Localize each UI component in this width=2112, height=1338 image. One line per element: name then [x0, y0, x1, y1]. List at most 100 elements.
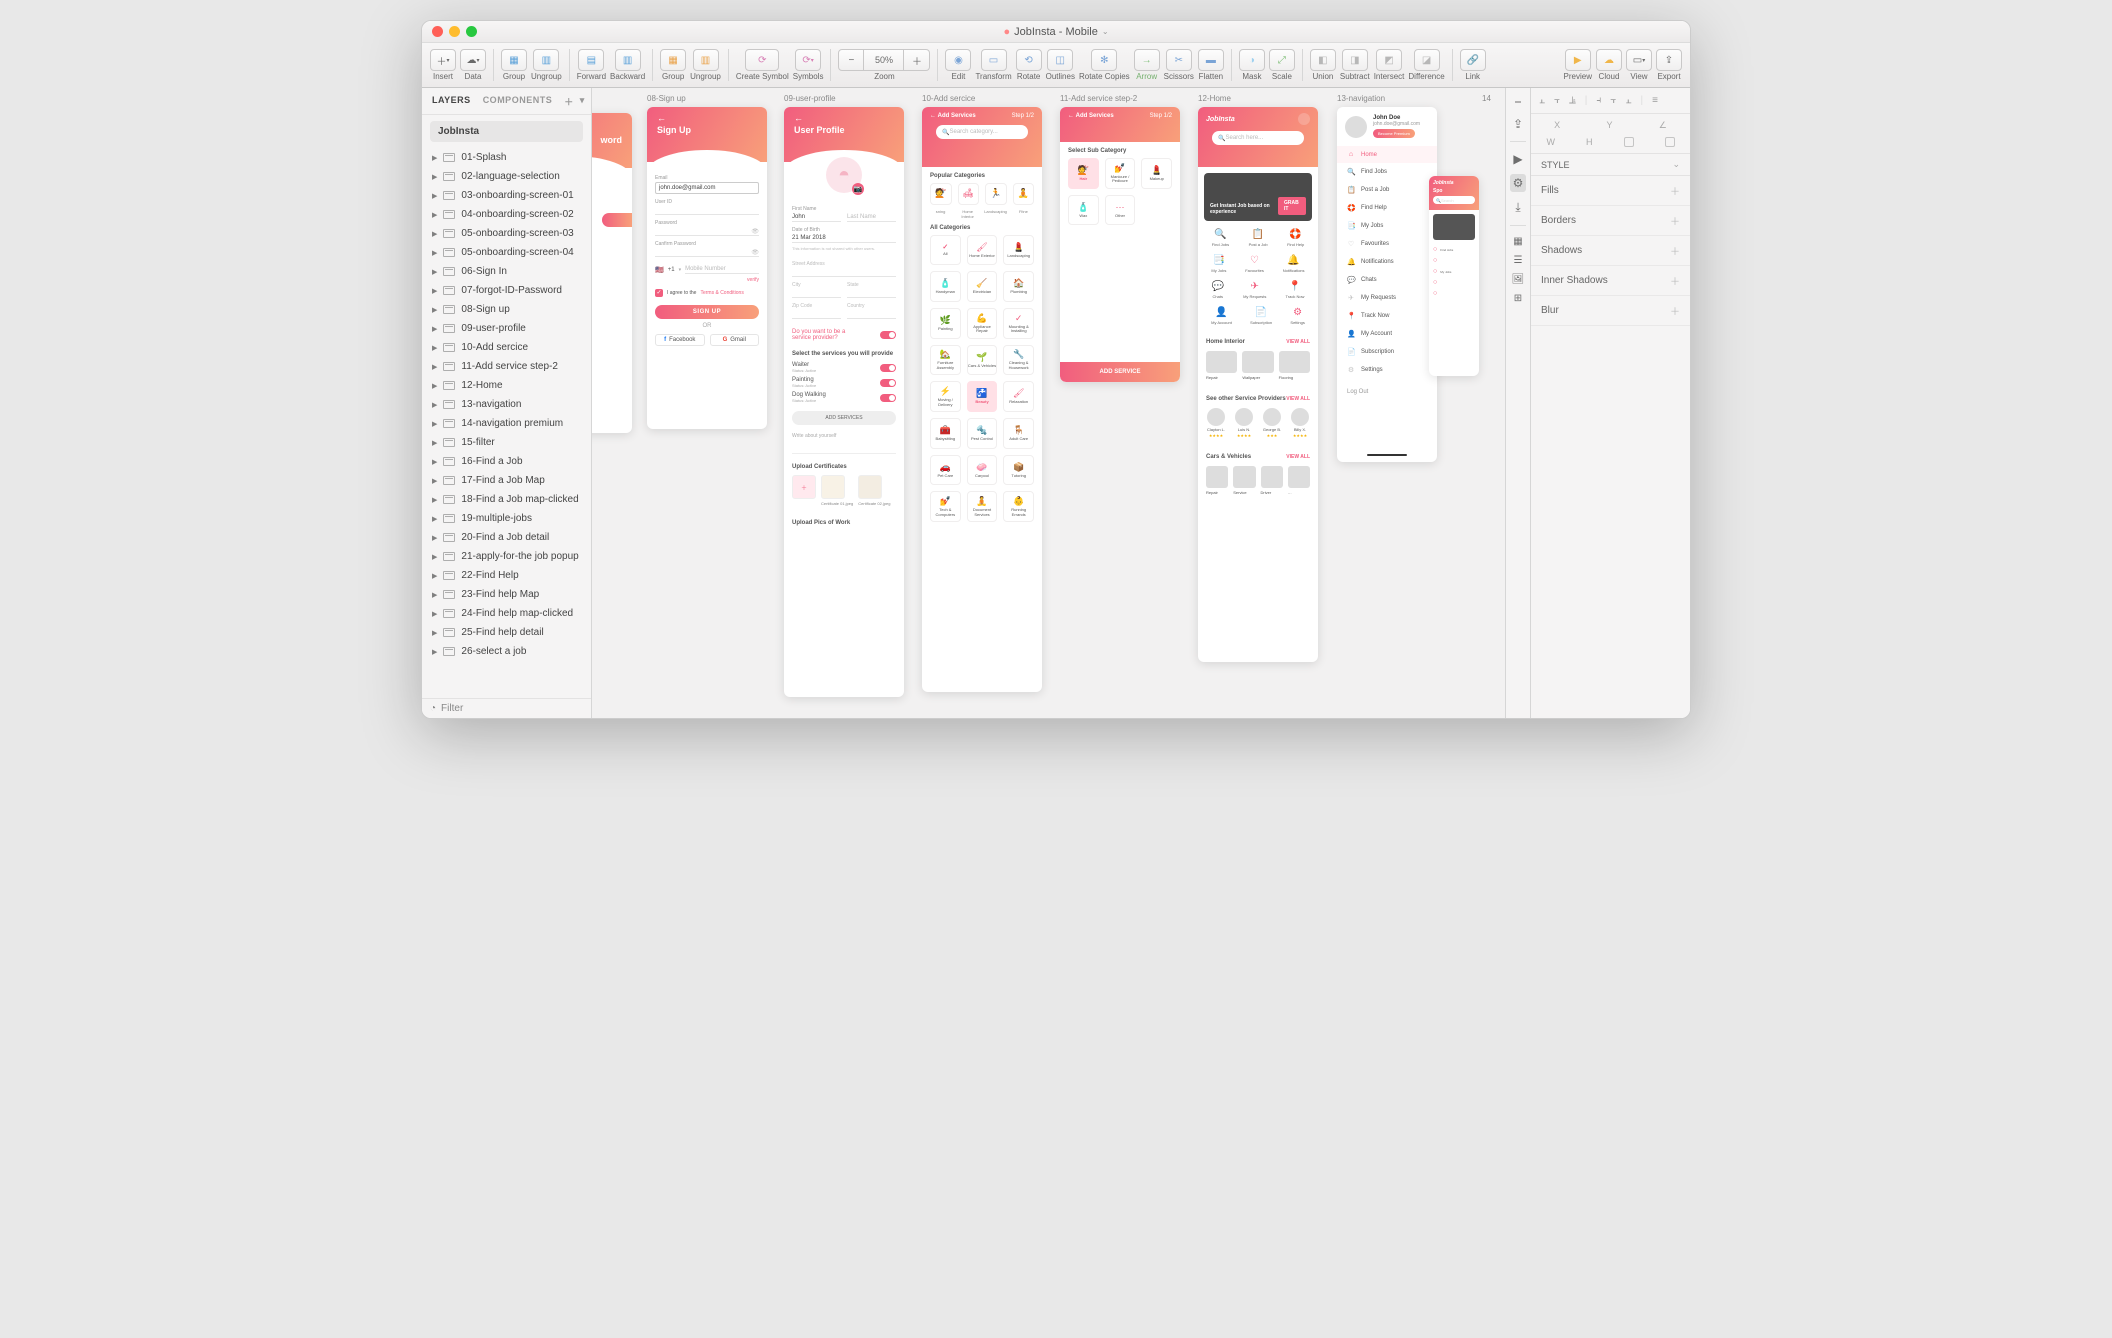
ungroup-button[interactable]: ▥ — [533, 49, 559, 71]
canvas[interactable]: word 08-Sign up ←Sign Up Email john.doe@… — [592, 88, 1505, 718]
zoom-in-button[interactable]: ＋ — [904, 49, 930, 71]
layer-row[interactable]: ▶09-user-profile — [422, 319, 591, 338]
layer-row[interactable]: ▶14-navigation premium — [422, 414, 591, 433]
align-bottom-icon[interactable]: ⫠ — [1625, 95, 1631, 106]
disclosure-triangle-icon[interactable]: ▶ — [432, 306, 437, 314]
disclosure-triangle-icon[interactable]: ▶ — [432, 249, 437, 257]
layer-row[interactable]: ▶03-onboarding-screen-01 — [422, 186, 591, 205]
align-top-icon[interactable]: ⫞ — [1596, 95, 1601, 106]
scale-button[interactable]: ⤢ — [1269, 49, 1295, 71]
layer-row[interactable]: ▶05-onboarding-screen-03 — [422, 224, 591, 243]
inspector-panel[interactable]: Blur＋ — [1531, 296, 1690, 326]
forward-button[interactable]: ▤ — [578, 49, 604, 71]
add-icon[interactable]: ＋ — [1670, 183, 1680, 198]
layer-row[interactable]: ▶06-Sign In — [422, 262, 591, 281]
chevron-down-icon[interactable]: ⌄ — [1102, 27, 1109, 36]
disclosure-triangle-icon[interactable]: ▶ — [432, 382, 437, 390]
tab-components[interactable]: COMPONENTS — [483, 95, 553, 108]
disclosure-triangle-icon[interactable]: ▶ — [432, 439, 437, 447]
disclosure-triangle-icon[interactable]: ▶ — [432, 154, 437, 162]
add-page-icon[interactable]: ＋ — [564, 95, 574, 108]
artboard-07-sliver[interactable]: word — [592, 100, 632, 433]
artboard-14-sliver[interactable]: 14 — [1482, 94, 1491, 107]
disclosure-triangle-icon[interactable]: ▶ — [432, 268, 437, 276]
artboard-label[interactable]: 09-user-profile — [784, 94, 904, 103]
layer-row[interactable]: ▶13-navigation — [422, 395, 591, 414]
layer-row[interactable]: ▶16-Find a Job — [422, 452, 591, 471]
intersect-button[interactable]: ◩ — [1376, 49, 1402, 71]
layer-row[interactable]: ▶21-apply-for-the job popup — [422, 547, 591, 566]
disclosure-triangle-icon[interactable]: ▶ — [432, 287, 437, 295]
layer-row[interactable]: ▶25-Find help detail — [422, 623, 591, 642]
tab-layers[interactable]: LAYERS — [432, 95, 471, 108]
layer-row[interactable]: ▶08-Sign up — [422, 300, 591, 319]
artboard-11-add-service-step2[interactable]: 11-Add service step-2 ← Add Services Ste… — [1060, 94, 1180, 382]
disclosure-triangle-icon[interactable]: ▶ — [432, 458, 437, 466]
add-icon[interactable]: ＋ — [1670, 303, 1680, 318]
group-button[interactable]: ▦ — [501, 49, 527, 71]
layer-row[interactable]: ▶05-onboarding-screen-04 — [422, 243, 591, 262]
union-button[interactable]: ◧ — [1310, 49, 1336, 71]
share-icon[interactable]: ⇪ — [1513, 117, 1523, 131]
view-button[interactable]: ▭▾ — [1626, 49, 1652, 71]
create-symbol-button[interactable]: ⟳ — [745, 49, 779, 71]
arrow-button[interactable]: → — [1134, 49, 1160, 71]
rotate-button[interactable]: ⟲ — [1016, 49, 1042, 71]
backward-button[interactable]: ▥ — [615, 49, 641, 71]
layer-row[interactable]: ▶11-Add service step-2 — [422, 357, 591, 376]
disclosure-triangle-icon[interactable]: ▶ — [432, 553, 437, 561]
disclosure-triangle-icon[interactable]: ▶ — [432, 192, 437, 200]
disclosure-triangle-icon[interactable]: ▶ — [432, 325, 437, 333]
ungroup2-button[interactable]: ▥ — [693, 49, 719, 71]
artboard-08-sign-up[interactable]: 08-Sign up ←Sign Up Email john.doe@gmail… — [647, 94, 767, 429]
artboard-label[interactable]: 10-Add sercice — [922, 94, 1042, 103]
disclosure-triangle-icon[interactable]: ▶ — [432, 211, 437, 219]
inspector-panel[interactable]: Shadows＋ — [1531, 236, 1690, 266]
cloud-button[interactable]: ☁ — [1596, 49, 1622, 71]
filter-label[interactable]: Filter — [441, 703, 463, 714]
insert-button[interactable]: ＋ ▾ — [430, 49, 456, 71]
flatten-button[interactable]: ▬ — [1198, 49, 1224, 71]
list-icon[interactable]: ☰ — [1514, 255, 1523, 266]
layer-row[interactable]: ▶17-Find a Job Map — [422, 471, 591, 490]
disclosure-triangle-icon[interactable]: ▶ — [432, 363, 437, 371]
disclosure-triangle-icon[interactable]: ▶ — [432, 629, 437, 637]
symbols-button[interactable]: ⟳▾ — [795, 49, 821, 71]
disclosure-triangle-icon[interactable]: ▶ — [432, 591, 437, 599]
layers-list[interactable]: ▶01-Splash▶02-language-selection▶03-onbo… — [422, 148, 591, 698]
layer-row[interactable]: ▶24-Find help map-clicked — [422, 604, 591, 623]
artboard-label[interactable]: 08-Sign up — [647, 94, 767, 103]
layer-row[interactable]: ▶01-Splash — [422, 148, 591, 167]
artboard-label[interactable]: 12-Home — [1198, 94, 1318, 103]
inspector-panel[interactable]: Inner Shadows＋ — [1531, 266, 1690, 296]
inspector-panel[interactable]: Fills＋ — [1531, 176, 1690, 206]
disclosure-triangle-icon[interactable]: ▶ — [432, 420, 437, 428]
layer-row[interactable]: ▶20-Find a Job detail — [422, 528, 591, 547]
artboard-10-add-service[interactable]: 10-Add sercice ← Add Services Step 1/2 🔍… — [922, 94, 1042, 692]
swatch-a[interactable] — [1624, 137, 1634, 147]
align-left-icon[interactable]: ⫠ — [1539, 95, 1545, 106]
layer-row[interactable]: ▶04-onboarding-screen-02 — [422, 205, 591, 224]
layer-row[interactable]: ▶15-filter — [422, 433, 591, 452]
swatch-b[interactable] — [1665, 137, 1675, 147]
layer-row[interactable]: ▶12-Home — [422, 376, 591, 395]
disclosure-triangle-icon[interactable]: ▶ — [432, 648, 437, 656]
disclosure-triangle-icon[interactable]: ▶ — [432, 572, 437, 580]
export-icon[interactable]: ⤓ — [1515, 200, 1520, 215]
add-icon[interactable]: ＋ — [1670, 243, 1680, 258]
artboard-12-home[interactable]: 12-Home JobInsta 🔍 Search here... Get In… — [1198, 94, 1318, 662]
align-icon[interactable]: ⎯ — [1515, 94, 1521, 109]
artboard-label[interactable]: 13-navigation — [1337, 94, 1437, 103]
artboard-label[interactable]: 14 — [1482, 94, 1491, 103]
image-icon[interactable]: 🖼 — [1512, 274, 1525, 285]
add-icon[interactable]: ＋ — [1670, 213, 1680, 228]
layer-row[interactable]: ▶26-select a job — [422, 642, 591, 661]
disclosure-triangle-icon[interactable]: ▶ — [432, 496, 437, 504]
transform-button[interactable]: ▭ — [981, 49, 1007, 71]
data-button[interactable]: ☁ ▾ — [460, 49, 486, 71]
zoom-out-button[interactable]: − — [838, 49, 864, 71]
pages-dropdown-icon[interactable]: ▾ — [580, 95, 585, 108]
disclosure-triangle-icon[interactable]: ▶ — [432, 610, 437, 618]
layer-row[interactable]: ▶19-multiple-jobs — [422, 509, 591, 528]
play-icon[interactable]: ▶ — [1513, 152, 1522, 166]
